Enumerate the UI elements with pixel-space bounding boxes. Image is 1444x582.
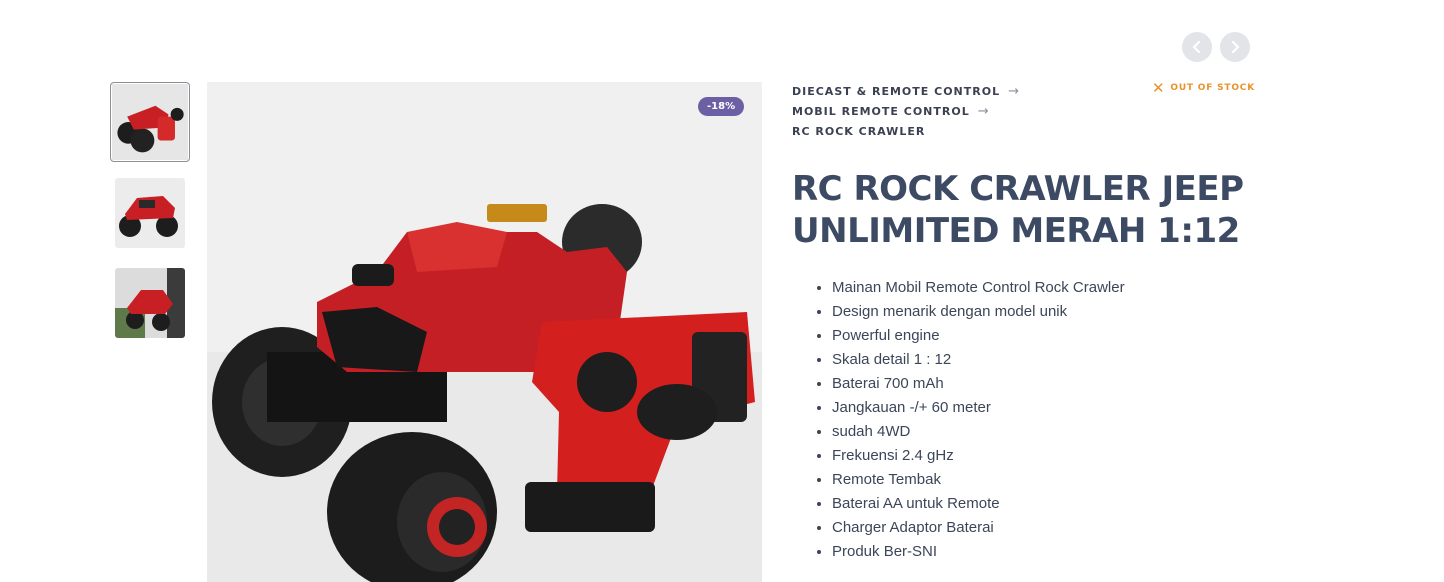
arrow-right-icon: →	[1008, 84, 1021, 99]
breadcrumb-item[interactable]: MOBIL REMOTE CONTROL →	[792, 102, 1252, 122]
next-button[interactable]	[1220, 32, 1250, 62]
prev-button[interactable]	[1182, 32, 1212, 62]
stock-status: ✕ OUT OF STOCK	[1152, 79, 1255, 97]
discount-badge: -18%	[698, 97, 745, 116]
breadcrumb-label[interactable]: DIECAST & REMOTE CONTROL	[792, 82, 1000, 102]
list-item: Frekuensi 2.4 gHz	[832, 444, 1125, 468]
product-thumbnail-image	[115, 268, 185, 338]
product-title: RC ROCK CRAWLER JEEP UNLIMITED MERAH 1:1…	[792, 168, 1262, 252]
list-item: Baterai AA untuk Remote	[832, 492, 1125, 516]
main-product-image[interactable]	[207, 82, 762, 582]
product-photo	[207, 82, 762, 582]
thumbnail-3[interactable]	[115, 268, 185, 338]
slider-navigation	[1182, 32, 1250, 62]
product-thumbnail-image	[115, 178, 185, 248]
list-item: Produk Ber-SNI	[832, 540, 1125, 564]
breadcrumb-label[interactable]: RC ROCK CRAWLER	[792, 122, 925, 142]
chevron-left-icon	[1192, 40, 1201, 54]
thumbnail-list	[110, 82, 190, 358]
thumbnail-1[interactable]	[110, 82, 190, 162]
x-icon: ✕	[1152, 79, 1166, 97]
breadcrumb-item[interactable]: RC ROCK CRAWLER	[792, 122, 1252, 142]
product-title-line-1: RC ROCK CRAWLER JEEP	[792, 169, 1244, 209]
list-item: Powerful engine	[832, 324, 1125, 348]
thumbnail-2[interactable]	[115, 178, 185, 248]
product-title-line-2: UNLIMITED MERAH 1:12	[792, 211, 1240, 251]
list-item: Baterai 700 mAh	[832, 372, 1125, 396]
feature-list: Mainan Mobil Remote Control Rock Crawler…	[792, 276, 1125, 564]
list-item: Design menarik dengan model unik	[832, 300, 1125, 324]
list-item: sudah 4WD	[832, 420, 1125, 444]
stock-status-label: OUT OF STOCK	[1170, 83, 1255, 93]
chevron-right-icon	[1231, 40, 1240, 54]
list-item: Jangkauan -/+ 60 meter	[832, 396, 1125, 420]
list-item: Remote Tembak	[832, 468, 1125, 492]
list-item: Mainan Mobil Remote Control Rock Crawler	[832, 276, 1125, 300]
product-thumbnail-image	[112, 84, 188, 160]
arrow-right-icon: →	[977, 104, 990, 119]
breadcrumb-label[interactable]: MOBIL REMOTE CONTROL	[792, 102, 970, 122]
list-item: Skala detail 1 : 12	[832, 348, 1125, 372]
list-item: Charger Adaptor Baterai	[832, 516, 1125, 540]
